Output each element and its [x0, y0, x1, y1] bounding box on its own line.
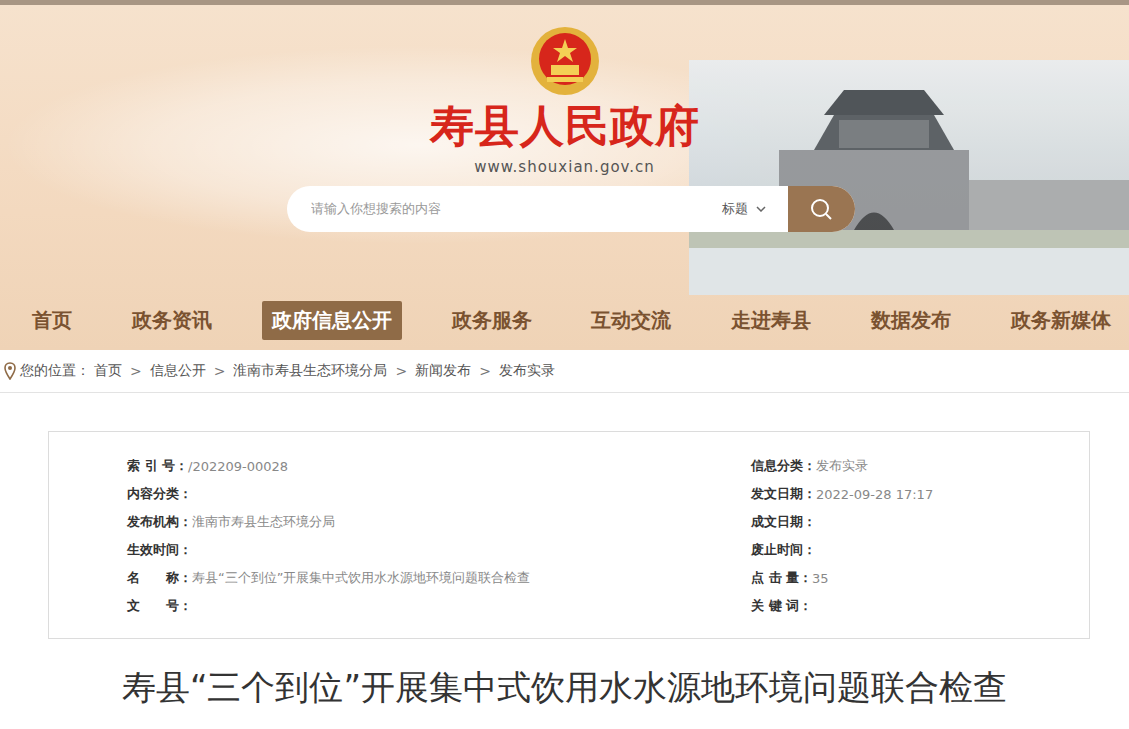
site-header: 寿县人民政府 www.shouxian.gov.cn 标题首页 政务资讯 政府信息公开 政… — [0, 5, 1129, 350]
nav-item[interactable]: 数据发布 — [861, 301, 961, 340]
search-icon — [809, 197, 833, 221]
breadcrumb-item[interactable]: 淮南市寿县生态环境分局 — [233, 362, 387, 380]
info-field: 信息分类：发布实录 — [751, 457, 1089, 475]
info-field: 索 引 号：/202209-00028 — [127, 457, 751, 475]
info-field: 点 击 量：35 — [751, 569, 1089, 587]
info-field: 发文日期：2022-09-28 17:17 — [751, 485, 1089, 503]
location-pin-icon — [4, 362, 16, 380]
city-gate-icon — [689, 60, 1129, 295]
nav-item[interactable]: 政务资讯 — [122, 301, 222, 340]
nav-item[interactable]: 政务新媒体 — [1001, 301, 1121, 340]
nav-item[interactable]: 互动交流 — [581, 301, 681, 340]
brand: 寿县人民政府 www.shouxian.gov.cn — [430, 25, 700, 176]
search-scope-dropdown[interactable]: 标题 — [700, 200, 788, 218]
site-url[interactable]: www.shouxian.gov.cn — [474, 158, 655, 176]
breadcrumb-item[interactable]: 发布实录 — [499, 362, 555, 380]
breadcrumb-item[interactable]: 信息公开 — [150, 362, 206, 380]
info-field: 成文日期： — [751, 513, 1089, 531]
site-title: 寿县人民政府 — [430, 101, 700, 152]
breadcrumb-item[interactable]: 首页 — [94, 362, 122, 380]
nav-item[interactable]: 走进寿县 — [721, 301, 821, 340]
page: 寿县人民政府 www.shouxian.gov.cn 标题首页 政务资讯 政府信息公开 政… — [0, 0, 1129, 709]
info-field: 文 号： — [127, 597, 751, 615]
nav-item[interactable]: 政务服务 — [442, 301, 542, 340]
search-input[interactable] — [287, 201, 700, 216]
breadcrumb: 您的位置：首页>信息公开>淮南市寿县生态环境分局>新闻发布>发布实录 — [0, 350, 1129, 393]
search-button[interactable] — [788, 186, 855, 232]
info-field: 关 键 词： — [751, 597, 1089, 615]
nav-item[interactable]: 首页 — [22, 301, 82, 340]
info-table: 索 引 号：/202209-00028信息分类：发布实录内容分类：发文日期：20… — [48, 431, 1090, 639]
breadcrumb-separator: > — [475, 363, 495, 379]
breadcrumb-separator: > — [126, 363, 146, 379]
chevron-down-icon — [756, 206, 766, 212]
breadcrumb-separator: > — [391, 363, 411, 379]
main-nav: 首页 政务资讯 政府信息公开 政务服务互动交流 走进寿县 数据发布 政务新媒体 — [0, 301, 1129, 340]
city-gate-photo — [689, 60, 1129, 295]
info-field: 发布机构：淮南市寿县生态环境分局 — [127, 513, 751, 531]
info-field: 生效时间： — [127, 541, 751, 559]
info-field: 废止时间： — [751, 541, 1089, 559]
article-title: 寿县“三个到位”开展集中式饮用水水源地环境问题联合检查 — [0, 665, 1129, 709]
nav-item[interactable]: 政府信息公开 — [262, 301, 402, 340]
info-field: 内容分类： — [127, 485, 751, 503]
breadcrumb-item[interactable]: 新闻发布 — [415, 362, 471, 380]
search-bar: 标题 — [287, 186, 855, 232]
breadcrumb-separator: > — [210, 363, 230, 379]
national-emblem-icon — [529, 25, 601, 97]
info-field: 名 称：寿县“三个到位”开展集中式饮用水水源地环境问题联合检查 — [127, 569, 751, 587]
